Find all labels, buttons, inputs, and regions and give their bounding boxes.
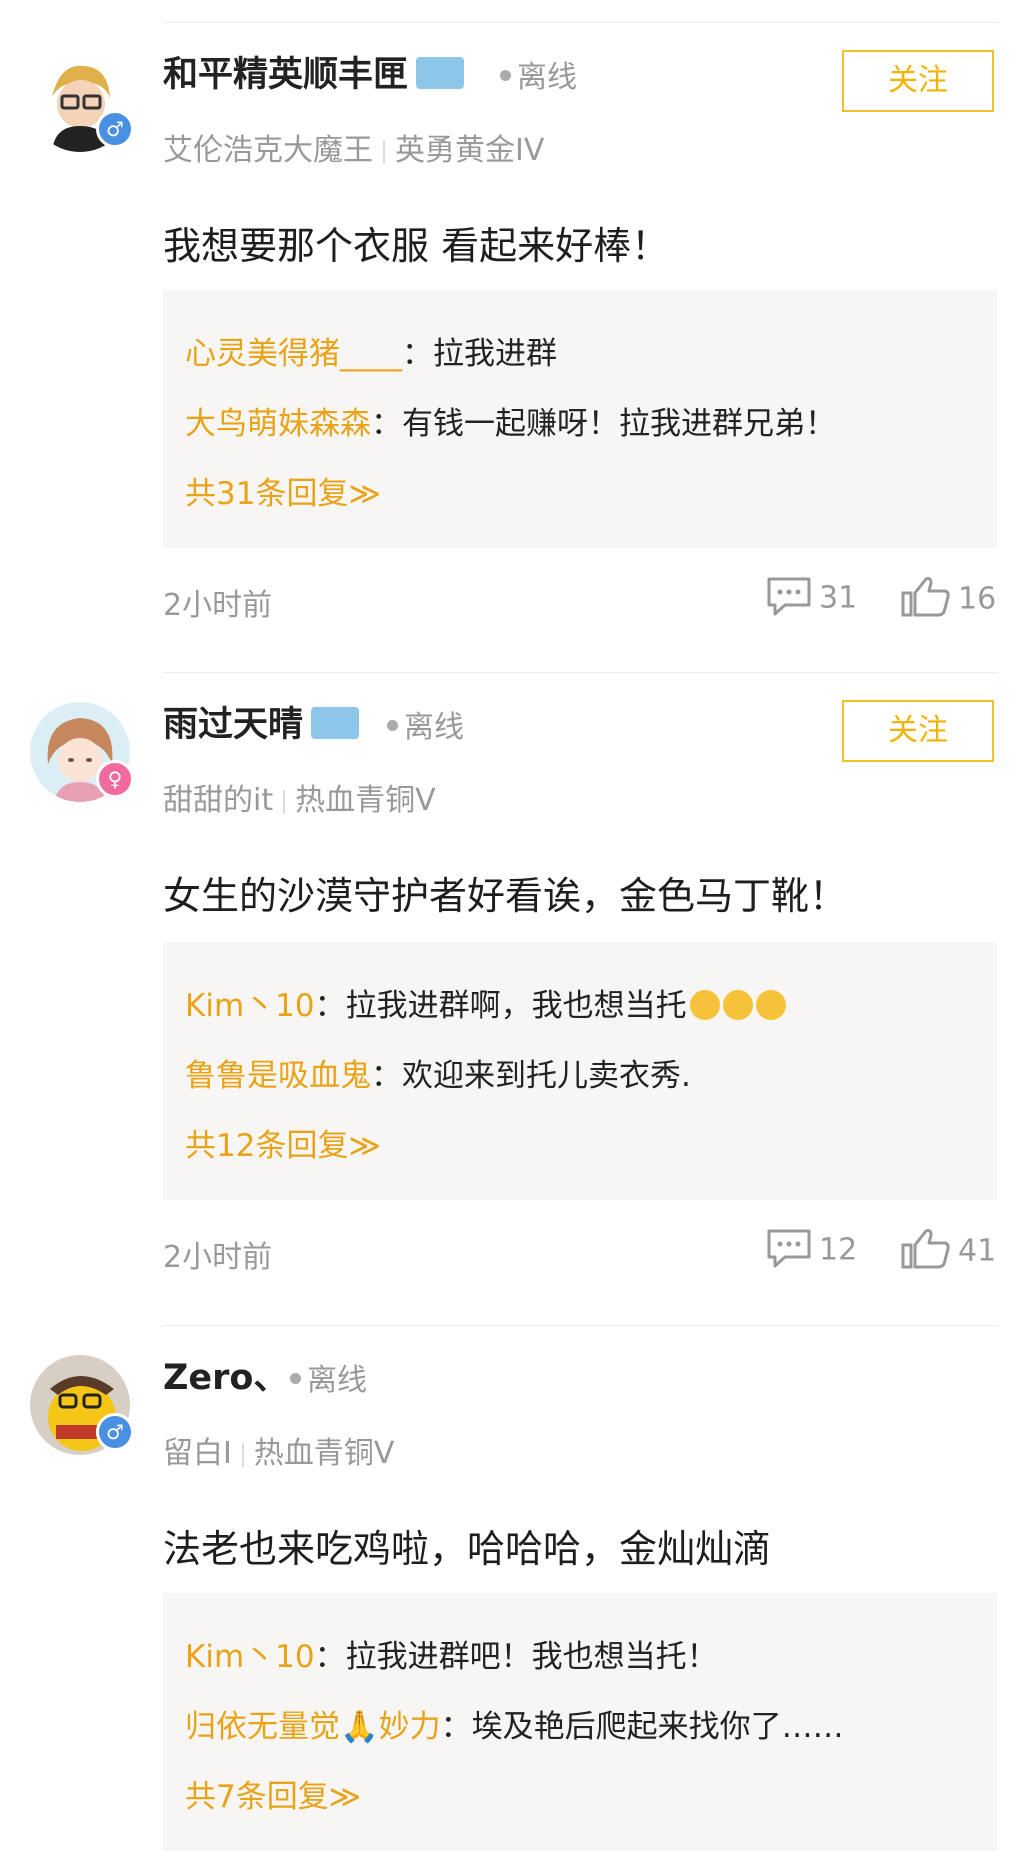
like-count-text: 16 (958, 581, 997, 617)
reply-text: ：欢迎来到托儿卖衣秀. (371, 1058, 691, 1094)
more-replies-link[interactable]: 共7条回复≫ (185, 1771, 361, 1816)
rank: 英勇黄金IV (395, 133, 545, 168)
follow-button[interactable]: 关注 (842, 50, 994, 112)
post-divider (163, 672, 998, 673)
emoji-icon (689, 989, 720, 1020)
reply-text: ：埃及艳后爬起来找你了…… (440, 1709, 844, 1745)
reply-item[interactable]: 归依无量觉🙏妙力：埃及艳后爬起来找你了…… (185, 1701, 844, 1746)
comment-icon (767, 1229, 811, 1268)
user-meta: 艾伦浩克大魔王 英勇黄金IV (163, 125, 544, 169)
meta-separator (241, 1442, 244, 1467)
user-meta: 甜甜的it 热血青铜V (163, 775, 436, 819)
user-meta: 留白I 热血青铜V (163, 1428, 394, 1472)
post-content: 女生的沙漠守护者好看诶，金色马丁靴！ (163, 874, 848, 918)
reply-user[interactable]: 心灵美得猪____ (185, 336, 402, 372)
reply-box[interactable]: Kim丶10：拉我进群啊，我也想当托 鲁鲁是吸血鬼：欢迎来到托儿卖衣秀. 共12… (163, 942, 997, 1200)
emoji-icon (722, 989, 753, 1020)
online-status: 离线 (290, 1355, 367, 1399)
reply-text: ：拉我进群啊，我也想当托 (314, 988, 687, 1024)
meta-separator (383, 139, 385, 164)
more-replies-link[interactable]: 共31条回复≫ (185, 468, 381, 513)
reply-text: ：拉我进群吧！我也想当托！ (314, 1639, 718, 1675)
female-icon: ♀ (96, 760, 134, 798)
comment-count-text: 12 (819, 1232, 858, 1268)
reply-item[interactable]: Kim丶10：拉我进群啊，我也想当托 (185, 980, 786, 1025)
reply-item[interactable]: 心灵美得猪____：拉我进群 (185, 328, 557, 373)
male-icon: ♂ (96, 110, 134, 148)
user-name[interactable]: 和平精英顺丰匣 (163, 46, 465, 97)
male-icon: ♂ (96, 1413, 134, 1451)
like-count[interactable]: 16 (900, 577, 997, 622)
nickname: 艾伦浩克大魔王 (163, 133, 373, 168)
user-name[interactable]: Zero、 (163, 1349, 288, 1400)
more-replies-link[interactable]: 共12条回复≫ (185, 1120, 381, 1165)
post-content: 我想要那个衣服 看起来好棒！ (163, 224, 670, 268)
verified-badge-icon (311, 707, 360, 739)
reply-text: ：有钱一起赚呀！拉我进群兄弟！ (371, 406, 836, 442)
reply-item[interactable]: Kim丶10：拉我进群吧！我也想当托！ (185, 1631, 718, 1676)
user-name-text: 雨过天晴 (163, 705, 304, 745)
meta-separator (283, 789, 286, 814)
follow-button[interactable]: 关注 (842, 700, 994, 762)
status-text: 离线 (517, 60, 577, 95)
rank: 热血青铜V (295, 783, 436, 818)
like-count[interactable]: 41 (900, 1229, 997, 1274)
status-text: 离线 (307, 1363, 367, 1398)
reply-user[interactable]: Kim丶10 (185, 1639, 315, 1675)
reply-text: ：拉我进群 (402, 336, 557, 372)
post-time: 2小时前 (163, 1240, 273, 1275)
post-time: 2小时前 (163, 588, 273, 623)
reply-user[interactable]: 归依无量觉🙏妙力 (185, 1709, 441, 1745)
user-avatar[interactable]: ♂ (30, 52, 134, 152)
nickname: 留白I (163, 1436, 232, 1471)
comment-count-text: 31 (819, 580, 858, 616)
user-name[interactable]: 雨过天晴 (163, 696, 360, 747)
reply-box[interactable]: Kim丶10：拉我进群吧！我也想当托！ 归依无量觉🙏妙力：埃及艳后爬起来找你了…… (163, 1593, 997, 1851)
nickname: 甜甜的it (163, 783, 274, 818)
comment-count[interactable]: 31 (765, 577, 858, 620)
reply-user[interactable]: 鲁鲁是吸血鬼 (185, 1058, 371, 1094)
emoji-icon (755, 989, 786, 1020)
rank: 热血青铜V (253, 1436, 395, 1471)
post-content: 法老也来吃鸡啦，哈哈哈，金灿灿滴 (163, 1527, 772, 1571)
reply-item[interactable]: 大鸟萌妹森森：有钱一起赚呀！拉我进群兄弟！ (185, 398, 836, 443)
status-dot-icon (290, 1373, 301, 1384)
reply-item[interactable]: 鲁鲁是吸血鬼：欢迎来到托儿卖衣秀. (185, 1050, 691, 1095)
verified-badge-icon (416, 57, 465, 89)
status-dot-icon (500, 70, 511, 81)
top-divider (163, 22, 998, 23)
post-divider (163, 1325, 998, 1326)
user-name-text: Zero、 (163, 1358, 289, 1398)
online-status: 离线 (500, 52, 577, 96)
reply-box[interactable]: 心灵美得猪____：拉我进群 大鸟萌妹森森：有钱一起赚呀！拉我进群兄弟！ 共31… (163, 290, 997, 548)
status-dot-icon (387, 720, 398, 731)
like-icon (901, 1229, 950, 1269)
user-name-text: 和平精英顺丰匣 (163, 55, 409, 95)
online-status: 离线 (387, 702, 464, 746)
comment-count[interactable]: 12 (765, 1229, 858, 1272)
like-count-text: 41 (958, 1233, 997, 1269)
reply-user[interactable]: 大鸟萌妹森森 (185, 406, 371, 442)
user-avatar[interactable]: ♂ (30, 1355, 134, 1455)
reply-user[interactable]: Kim丶10 (185, 988, 315, 1024)
comment-icon (767, 577, 811, 616)
status-text: 离线 (404, 710, 464, 745)
like-icon (901, 577, 950, 617)
user-avatar[interactable]: ♀ (30, 702, 134, 802)
